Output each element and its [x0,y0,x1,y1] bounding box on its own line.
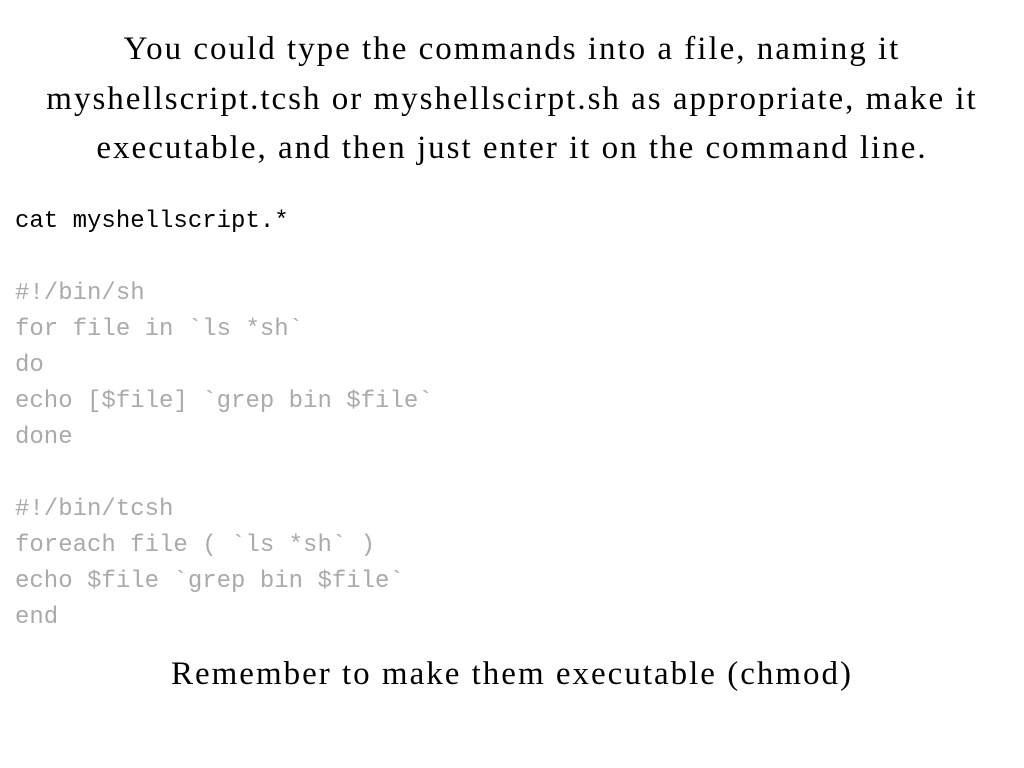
shell-command: cat myshellscript.* [15,208,289,235]
tcsh-line-2: echo $file `grep bin $file` [15,568,404,595]
sh-line-4: done [15,424,73,451]
tcsh-line-3: end [15,604,58,631]
sh-line-0: #!/bin/sh [15,280,145,307]
sh-line-3: echo [$file] `grep bin $file` [15,388,433,415]
footer-note: Remember to make them executable (chmod) [15,656,1009,693]
code-block: cat myshellscript.* #!/bin/sh for file i… [15,204,1009,636]
intro-paragraph: You could type the commands into a file,… [15,25,1009,174]
sh-line-1: for file in `ls *sh` [15,316,303,343]
tcsh-line-0: #!/bin/tcsh [15,496,173,523]
sh-line-2: do [15,352,44,379]
tcsh-line-1: foreach file ( `ls *sh` ) [15,532,375,559]
